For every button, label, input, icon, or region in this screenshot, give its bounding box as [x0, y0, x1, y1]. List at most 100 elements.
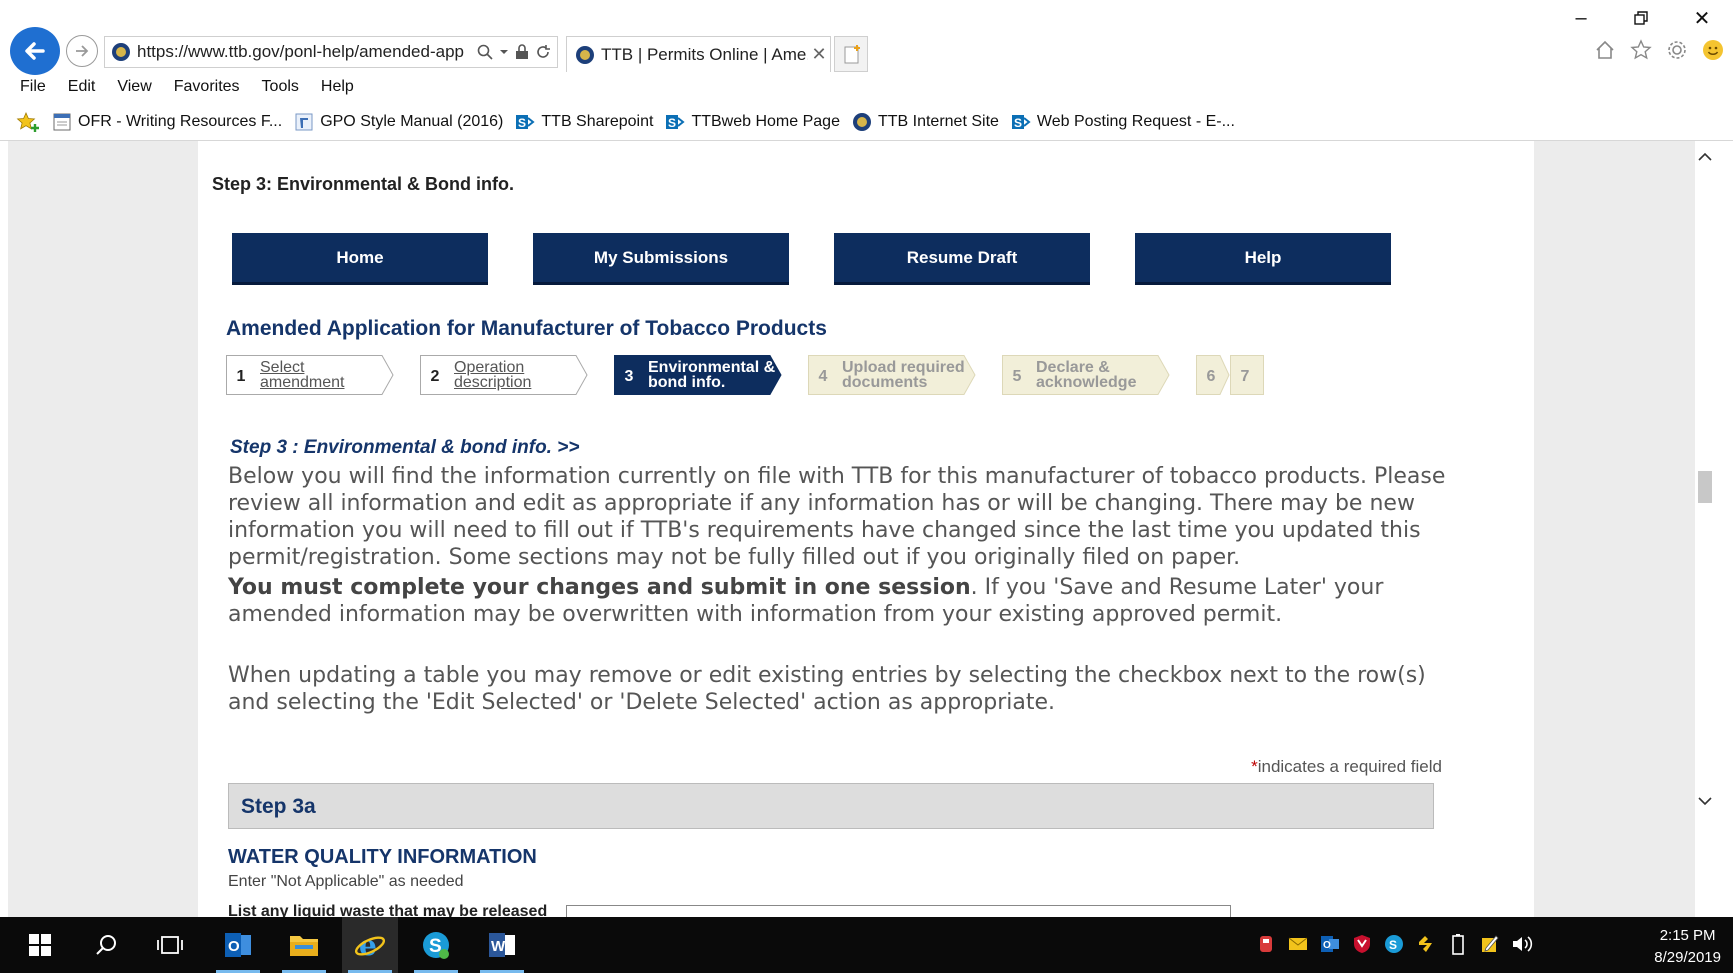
- nav-home-button[interactable]: Home: [232, 233, 488, 285]
- svg-text:W: W: [491, 938, 506, 955]
- clock-date: 8/29/2019: [1654, 949, 1721, 966]
- ttb-seal-icon: [112, 43, 130, 61]
- step-label: Upload required documents: [842, 360, 965, 391]
- page-icon: [52, 112, 72, 132]
- restore-icon: [1634, 11, 1648, 25]
- skype-tray-icon[interactable]: S: [1383, 933, 1405, 955]
- notes-icon[interactable]: [1479, 933, 1501, 955]
- gear-icon[interactable]: [1665, 38, 1689, 62]
- forward-button[interactable]: [66, 35, 98, 67]
- favorite-label: Web Posting Request - E-...: [1036, 113, 1235, 130]
- search-button[interactable]: [78, 917, 134, 973]
- page-viewport: Step 3: Environmental & Bond info. Home …: [8, 141, 1714, 917]
- restore-button[interactable]: [1626, 6, 1656, 30]
- taskbar-file-explorer[interactable]: [276, 917, 332, 973]
- step-label-line2: documents: [842, 374, 928, 391]
- favorite-link-ttb-sharepoint[interactable]: S TTB Sharepoint: [515, 112, 653, 132]
- favorite-link-ofr[interactable]: OFR - Writing Resources F...: [52, 112, 282, 132]
- shield-icon[interactable]: [1351, 933, 1373, 955]
- minimize-button[interactable]: –: [1566, 6, 1596, 30]
- vertical-scrollbar[interactable]: [1695, 141, 1714, 917]
- menu-help[interactable]: Help: [311, 76, 364, 102]
- required-field-note: *indicates a required field: [1251, 757, 1442, 777]
- usb-drive-icon[interactable]: [1255, 933, 1277, 955]
- browser-toolbar-icons: [1593, 38, 1725, 62]
- volume-icon[interactable]: [1511, 933, 1533, 955]
- step-number: 4: [818, 368, 828, 385]
- clock-time: 2:15 PM: [1659, 927, 1716, 944]
- nav-help-button[interactable]: Help: [1135, 233, 1391, 285]
- battery-icon[interactable]: [1447, 933, 1469, 955]
- step-3-environmental-bond[interactable]: 3 Environmental & bond info.: [614, 355, 782, 395]
- favorite-link-gpo[interactable]: GPO Style Manual (2016): [294, 112, 503, 132]
- outlook-tray-icon[interactable]: O: [1319, 933, 1341, 955]
- skype-icon: S: [423, 932, 449, 959]
- sharepoint-icon: S: [665, 112, 686, 132]
- search-icon: [96, 935, 116, 955]
- start-button[interactable]: [12, 917, 68, 973]
- add-favorite-button[interactable]: [16, 111, 40, 133]
- tab-title: TTB | Permits Online | Ame...: [601, 44, 808, 64]
- home-icon[interactable]: [1593, 38, 1617, 62]
- menu-edit[interactable]: Edit: [58, 76, 106, 102]
- sharepoint-icon: S: [1011, 112, 1031, 132]
- step-2-operation-description[interactable]: 2 Operation description: [420, 355, 588, 395]
- svg-text:S: S: [1389, 938, 1397, 952]
- intro-paragraph: Below you will find the information curr…: [228, 464, 1446, 570]
- new-tab-button[interactable]: [834, 36, 868, 72]
- close-window-button[interactable]: ✕: [1687, 6, 1717, 30]
- favorite-label: GPO Style Manual (2016): [320, 113, 504, 130]
- dropdown-icon[interactable]: [499, 47, 509, 57]
- favorite-link-web-posting[interactable]: S Web Posting Request - E-...: [1011, 112, 1235, 132]
- scroll-thumb[interactable]: [1698, 471, 1712, 503]
- mail-icon[interactable]: [1287, 933, 1309, 955]
- menu-view[interactable]: View: [107, 76, 161, 102]
- session-warning-paragraph: You must complete your changes and submi…: [228, 574, 1448, 628]
- scroll-down-icon[interactable]: [1695, 791, 1714, 811]
- lock-icon[interactable]: [515, 44, 529, 60]
- windows-taskbar: O e S W O S 2:15 PM 8/29/2019: [0, 917, 1733, 973]
- sync-icon[interactable]: [1415, 933, 1437, 955]
- taskbar-skype[interactable]: S: [408, 917, 464, 973]
- ttb-seal-icon: [576, 45, 594, 64]
- browser-tab[interactable]: TTB | Permits Online | Ame... ✕: [566, 36, 831, 72]
- step-number: 2: [430, 368, 440, 385]
- step-number: 3: [624, 368, 634, 385]
- step-5-declare-acknowledge: 5 Declare & acknowledge: [1002, 355, 1170, 395]
- system-clock[interactable]: 2:15 PM 8/29/2019: [1654, 925, 1721, 969]
- nav-my-submissions-button[interactable]: My Submissions: [533, 233, 789, 285]
- smiley-icon[interactable]: [1701, 38, 1725, 62]
- menu-favorites[interactable]: Favorites: [164, 76, 250, 102]
- taskbar-outlook[interactable]: O: [210, 917, 266, 973]
- back-button[interactable]: [10, 27, 60, 75]
- taskbar-word[interactable]: W: [474, 917, 530, 973]
- taskbar-internet-explorer[interactable]: e: [342, 917, 398, 973]
- search-icon[interactable]: [477, 44, 493, 60]
- svg-text:S: S: [518, 116, 526, 130]
- step-heading: Step 3: Environmental & Bond info.: [212, 174, 515, 194]
- system-tray: O S: [1255, 933, 1533, 955]
- page-content: Step 3: Environmental & Bond info. Home …: [198, 141, 1534, 917]
- close-tab-icon[interactable]: ✕: [808, 44, 830, 65]
- url-text: https://www.ttb.gov/ponl-help/amended-ap…: [137, 42, 464, 61]
- favorite-link-ttb-internet[interactable]: TTB Internet Site: [852, 112, 999, 132]
- step-label-line2: bond info.: [648, 374, 726, 391]
- menu-tools[interactable]: Tools: [252, 76, 309, 102]
- favorite-label: OFR - Writing Resources F...: [78, 113, 283, 130]
- favorites-star-icon[interactable]: [1629, 38, 1653, 62]
- menu-file[interactable]: File: [10, 76, 56, 102]
- step-1-select-amendment[interactable]: 1 Select amendment: [226, 355, 394, 395]
- favorite-label: TTB Sharepoint: [541, 113, 654, 130]
- section-header-step3a: Step 3a: [228, 783, 1434, 829]
- task-view-button[interactable]: [142, 917, 198, 973]
- scroll-up-icon[interactable]: [1695, 147, 1714, 167]
- outlook-icon: O: [225, 933, 251, 957]
- required-note-text: indicates a required field: [1257, 757, 1442, 776]
- address-bar[interactable]: https://www.ttb.gov/ponl-help/amended-ap…: [104, 36, 558, 68]
- liquid-waste-input[interactable]: [566, 905, 1231, 917]
- favorite-link-ttbweb[interactable]: S TTBweb Home Page: [665, 112, 840, 132]
- nav-resume-draft-button[interactable]: Resume Draft: [834, 233, 1090, 285]
- internet-explorer-icon: e: [354, 929, 386, 961]
- refresh-icon[interactable]: [535, 44, 551, 60]
- favorite-label: TTB Internet Site: [877, 113, 999, 130]
